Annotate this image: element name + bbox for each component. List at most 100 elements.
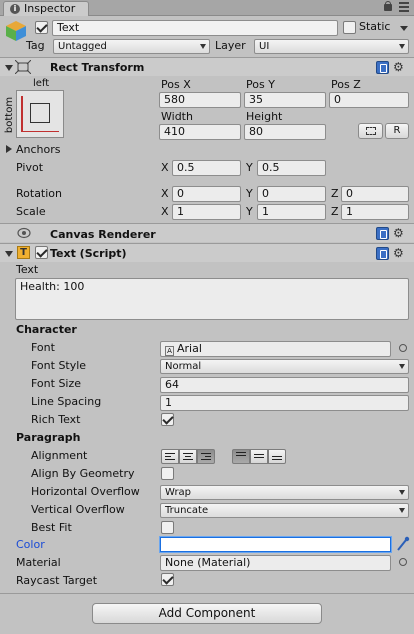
pos-x-label: Pos X (161, 78, 191, 91)
chevron-down-icon (399, 364, 405, 369)
object-picker-icon[interactable] (399, 344, 407, 352)
gameobject-icon (4, 19, 28, 43)
help-book-icon[interactable] (376, 227, 389, 240)
align-top-button[interactable] (232, 449, 250, 464)
active-checkbox[interactable] (35, 21, 48, 34)
height-field[interactable]: 80 (244, 124, 326, 140)
tab-menu-icon[interactable] (399, 2, 409, 12)
rich-text-checkbox[interactable] (161, 413, 174, 426)
pos-y-field[interactable]: 35 (244, 92, 326, 108)
divider (0, 593, 414, 594)
horizontal-overflow-label: Horizontal Overflow (31, 485, 140, 498)
lock-shackle-icon (385, 1, 391, 6)
raycast-target-checkbox[interactable] (161, 573, 174, 586)
static-checkbox[interactable] (343, 21, 356, 34)
pivot-x-label: X (161, 161, 169, 174)
anchor-presets-button[interactable] (16, 90, 64, 138)
line-spacing-field[interactable]: 1 (160, 395, 409, 411)
text-area[interactable]: Health: 100 (15, 278, 409, 320)
rotation-x-field[interactable]: 0 (172, 186, 241, 202)
info-icon: i (10, 4, 20, 14)
eyedropper-icon[interactable] (396, 536, 410, 552)
tag-label: Tag (26, 39, 45, 52)
material-field[interactable]: None (Material) (160, 555, 391, 571)
rotation-y-label: Y (246, 187, 253, 200)
static-dropdown-icon[interactable] (400, 26, 408, 31)
vertical-overflow-value: Truncate (165, 505, 209, 516)
gear-icon[interactable]: ⚙ (393, 61, 404, 73)
anchor-preset-rect (30, 103, 50, 123)
align-center-icon (183, 453, 193, 462)
scale-y-label: Y (246, 205, 253, 218)
anchor-vertical-label: bottom (4, 96, 16, 134)
anchor-horizontal-label: left (33, 78, 50, 89)
font-asset-icon: A (165, 346, 174, 356)
align-right-button[interactable] (197, 449, 215, 464)
inspector-tab[interactable]: i Inspector (3, 1, 89, 16)
pivot-y-field[interactable]: 0.5 (257, 160, 326, 176)
raycast-target-label: Raycast Target (16, 574, 98, 587)
rect-transform-title: Rect Transform (50, 61, 145, 74)
foldout-arrow-icon[interactable] (5, 65, 13, 71)
align-right-icon (201, 453, 211, 462)
tag-dropdown-value: Untagged (58, 41, 107, 52)
pos-x-field[interactable]: 580 (159, 92, 241, 108)
help-book-icon[interactable] (376, 61, 389, 74)
chevron-down-icon (399, 508, 405, 513)
vertical-overflow-dropdown[interactable]: Truncate (160, 503, 409, 518)
blueprint-icon (366, 127, 376, 135)
help-book-icon[interactable] (376, 247, 389, 260)
object-name-field[interactable]: Text (52, 20, 338, 36)
blueprint-mode-button[interactable] (358, 123, 383, 139)
anchors-label[interactable]: Anchors (16, 143, 61, 157)
font-field[interactable]: A Arial (160, 341, 391, 357)
gear-icon[interactable]: ⚙ (393, 247, 404, 259)
best-fit-label: Best Fit (31, 521, 72, 534)
horizontal-overflow-dropdown[interactable]: Wrap (160, 485, 409, 500)
object-picker-icon[interactable] (399, 558, 407, 566)
rich-text-label: Rich Text (31, 413, 81, 426)
align-center-button[interactable] (179, 449, 197, 464)
text-label: Text (16, 263, 39, 276)
anchors-foldout-icon[interactable] (6, 145, 12, 153)
text-component-icon: T (17, 246, 30, 259)
font-label: Font (31, 341, 55, 354)
layer-label: Layer (215, 39, 246, 52)
foldout-arrow-icon[interactable] (5, 251, 13, 257)
layer-dropdown[interactable]: UI (254, 39, 409, 54)
align-left-button[interactable] (161, 449, 179, 464)
align-bottom-button[interactable] (268, 449, 286, 464)
pos-z-field[interactable]: 0 (329, 92, 409, 108)
rotation-label: Rotation (16, 187, 63, 200)
font-size-label: Font Size (31, 377, 82, 390)
width-field[interactable]: 410 (159, 124, 241, 140)
add-component-button[interactable]: Add Component (92, 603, 322, 624)
character-section-header: Character (16, 323, 77, 336)
pivot-x-field[interactable]: 0.5 (172, 160, 241, 176)
horizontal-overflow-value: Wrap (165, 487, 192, 498)
rotation-y-field[interactable]: 0 (257, 186, 326, 202)
chevron-down-icon (399, 44, 405, 49)
raw-edit-button[interactable]: R (385, 123, 409, 139)
best-fit-checkbox[interactable] (161, 521, 174, 534)
text-enabled-checkbox[interactable] (35, 246, 48, 259)
gear-icon[interactable]: ⚙ (393, 227, 404, 239)
scale-y-field[interactable]: 1 (257, 204, 326, 220)
tag-dropdown[interactable]: Untagged (53, 39, 210, 54)
scale-x-field[interactable]: 1 (172, 204, 241, 220)
color-field[interactable] (160, 537, 391, 552)
font-style-dropdown-value: Normal (165, 361, 202, 372)
static-label: Static (359, 20, 391, 33)
font-style-dropdown[interactable]: Normal (160, 359, 409, 374)
color-label: Color (16, 538, 45, 551)
paragraph-section-header: Paragraph (16, 431, 81, 444)
scale-x-label: X (161, 205, 169, 218)
width-label: Width (161, 110, 193, 123)
rotation-z-field[interactable]: 0 (341, 186, 409, 202)
align-middle-button[interactable] (250, 449, 268, 464)
scale-z-field[interactable]: 1 (341, 204, 409, 220)
align-top-icon (236, 452, 246, 458)
align-by-geometry-checkbox[interactable] (161, 467, 174, 480)
align-left-icon (165, 453, 175, 462)
font-size-field[interactable]: 64 (160, 377, 409, 393)
